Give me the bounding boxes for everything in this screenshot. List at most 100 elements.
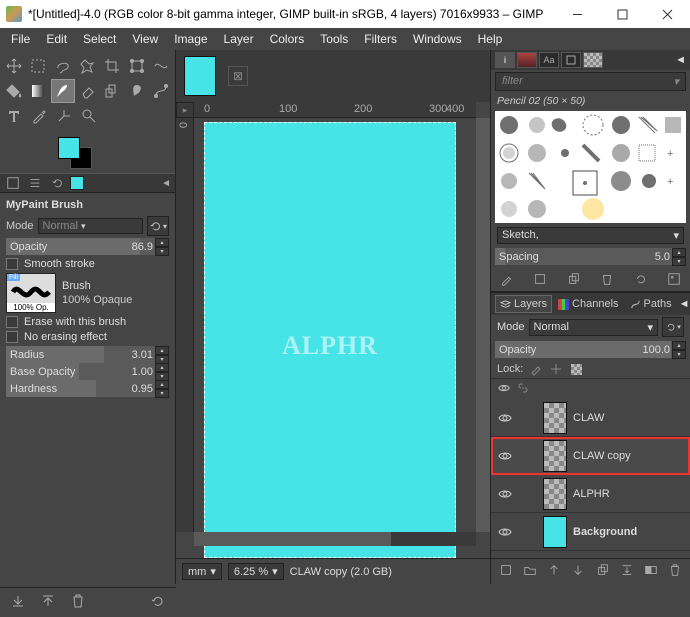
new-brush-icon[interactable] [530,270,550,288]
minimize-button[interactable] [555,0,600,28]
spacing-slider[interactable]: Spacing5.0▴▾ [495,248,686,265]
open-as-image-icon[interactable] [664,270,684,288]
layers-dock-menu-icon[interactable]: ◄ [679,298,690,310]
tool-text-icon[interactable] [2,104,26,128]
mode-reset-icon[interactable]: ▾ [147,216,169,236]
duplicate-layer-icon[interactable] [596,563,610,580]
refresh-brush-icon[interactable] [631,270,651,288]
erase-check[interactable]: Erase with this brush [6,316,169,328]
lock-position-icon[interactable] [549,362,563,376]
layer-name[interactable]: CLAW [573,412,604,424]
layer-row[interactable]: CLAW copy [491,437,690,475]
reset-icon[interactable] [150,593,166,612]
lower-layer-icon[interactable] [571,563,585,580]
patterns-tab-icon[interactable] [517,52,537,68]
brush-preview[interactable]: Fill 100% Op. [6,273,56,313]
tool-options-icon[interactable] [4,174,22,192]
tool-smudge-icon[interactable] [125,79,149,103]
tool-move-icon[interactable] [2,54,26,78]
tool-rect-select-icon[interactable] [27,54,51,78]
lock-pixels-icon[interactable] [529,362,543,376]
delete-layer-icon[interactable] [668,563,682,580]
noerase-check[interactable]: No erasing effect [6,331,169,343]
paths-tab[interactable]: Paths [625,295,677,313]
eye-icon[interactable] [495,410,515,426]
tool-transform-icon[interactable] [125,54,149,78]
tool-measure-icon[interactable] [52,104,76,128]
layer-row[interactable]: CLAW [491,399,690,437]
restore-preset-icon[interactable] [40,593,56,612]
tool-paths-icon[interactable] [149,79,173,103]
menu-image[interactable]: Image [167,30,214,48]
close-button[interactable] [645,0,690,28]
brush-filter-input[interactable]: filter▾ [495,72,686,91]
tool-color-picker-icon[interactable] [27,104,51,128]
layer-row[interactable]: Background [491,513,690,551]
horizontal-scrollbar[interactable] [194,532,476,546]
layer-mode-dropdown[interactable]: Normal▾ [529,319,658,336]
layer-row[interactable]: ALPHR [491,475,690,513]
mode-dropdown[interactable]: Normal▾ [38,218,143,234]
new-group-icon[interactable] [523,563,537,580]
menu-select[interactable]: Select [76,30,123,48]
radius-slider[interactable]: Radius3.01▴▾ [6,346,169,363]
brush-preset-dropdown[interactable]: Sketch,▾ [497,227,684,244]
tool-free-select-icon[interactable] [51,54,75,78]
menu-filters[interactable]: Filters [357,30,404,48]
vertical-scrollbar[interactable] [476,118,490,532]
delete-brush-icon[interactable] [597,270,617,288]
menu-windows[interactable]: Windows [406,30,469,48]
zoom-dropdown[interactable]: 6.25 %▾ [228,563,284,580]
lock-alpha-icon[interactable] [569,362,583,376]
fg-color-swatch[interactable] [58,137,80,159]
layer-name[interactable]: Background [573,526,637,538]
edit-brush-icon[interactable] [497,270,517,288]
menu-edit[interactable]: Edit [39,30,74,48]
tool-crop-icon[interactable] [100,54,124,78]
undo-history-icon[interactable] [48,174,66,192]
fonts-tab-icon[interactable]: Aa [539,52,559,68]
base-opacity-slider[interactable]: Base Opacity1.00▴▾ [6,363,169,380]
eye-icon[interactable] [495,486,515,502]
layer-name[interactable]: ALPHR [573,488,610,500]
brushes-dock-menu-icon[interactable]: ◄ [675,54,686,66]
layer-name[interactable]: CLAW copy [573,450,631,462]
save-preset-icon[interactable] [10,593,26,612]
tool-zoom-icon[interactable] [77,104,101,128]
ruler-origin[interactable]: ▸ [176,102,194,118]
eye-icon[interactable] [495,448,515,464]
vertical-ruler[interactable]: 0 [176,118,194,532]
image-tab-close-icon[interactable]: ⊠ [228,66,248,86]
canvas[interactable]: ALPHR [204,122,456,558]
delete-preset-icon[interactable] [70,593,86,612]
smooth-stroke-check[interactable]: Smooth stroke [6,258,169,270]
channels-tab[interactable]: Channels [553,295,623,313]
layer-mode-reset-icon[interactable]: ▾ [662,317,684,337]
menu-colors[interactable]: Colors [263,30,312,48]
tool-clone-icon[interactable] [100,79,124,103]
image-thumb-icon[interactable] [70,176,84,190]
maximize-button[interactable] [600,0,645,28]
new-layer-icon[interactable] [499,563,513,580]
mask-icon[interactable] [644,563,658,580]
menu-tools[interactable]: Tools [313,30,355,48]
device-status-icon[interactable] [26,174,44,192]
image-tab-thumb[interactable] [184,56,216,96]
gradients-tab-icon[interactable] [583,52,603,68]
brush-grid[interactable]: + + [495,111,686,223]
eye-icon[interactable] [495,524,515,540]
menu-view[interactable]: View [125,30,165,48]
tool-mypaint-brush-icon[interactable] [51,79,75,103]
menu-help[interactable]: Help [471,30,510,48]
tool-warp-icon[interactable] [149,54,173,78]
raise-layer-icon[interactable] [547,563,561,580]
tool-fuzzy-select-icon[interactable] [76,54,100,78]
menu-layer[interactable]: Layer [217,30,261,48]
tool-gradient-icon[interactable] [27,79,51,103]
brushes-tab-icon[interactable]: i [495,52,515,68]
unit-dropdown[interactable]: mm▾ [182,563,222,580]
tool-bucket-icon[interactable] [2,79,26,103]
opacity-slider[interactable]: Opacity 86.9 ▴▾ [6,238,169,255]
dock-menu-icon[interactable]: ◄ [161,178,171,189]
tool-eraser-icon[interactable] [76,79,100,103]
